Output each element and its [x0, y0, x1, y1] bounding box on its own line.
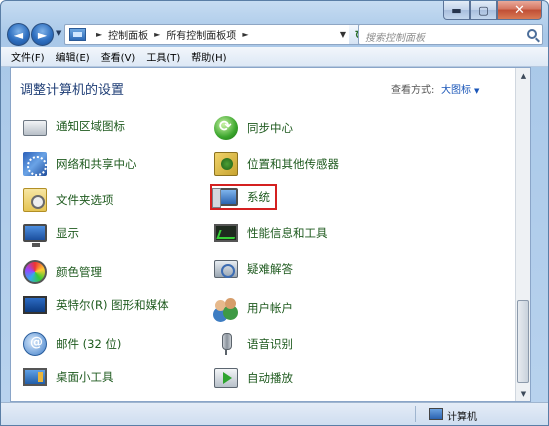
vertical-scrollbar[interactable]: ▲ ▼: [515, 68, 530, 401]
item-label: 性能信息和工具: [247, 226, 328, 240]
minimize-button[interactable]: ▬: [443, 1, 470, 20]
user-accounts-icon: [214, 296, 238, 320]
view-by-value: 大图标: [441, 85, 471, 96]
breadcrumb-separator-icon[interactable]: ►: [242, 30, 248, 39]
menu-bar: 文件(F) 编辑(E) 查看(V) 工具(T) 帮助(H): [1, 47, 548, 67]
navigation-bar: ◄ ► ▼ ► 控制面板 ► 所有控制面板项 ► ▼ ↻ 搜索控制面板: [1, 20, 548, 47]
scrollbar-thumb[interactable]: [517, 300, 529, 383]
item-label: 桌面小工具: [56, 370, 114, 384]
speech-recognition-icon: [214, 332, 238, 356]
item-desktop-gadgets[interactable]: 桌面小工具: [23, 368, 114, 386]
content-pane: 调整计算机的设置 查看方式: 大图标 ▼ 通知区域图标 网络和共享中心 文件夹选项…: [10, 67, 531, 402]
intel-graphics-icon: [23, 296, 47, 314]
caption-buttons: ▬ ▢ ✕: [443, 1, 542, 20]
folder-options-icon: [23, 188, 47, 212]
item-label: 位置和其他传感器: [247, 157, 339, 171]
item-label: 语音识别: [247, 337, 293, 351]
item-color-management[interactable]: 颜色管理: [23, 260, 102, 284]
menu-edit[interactable]: 编辑(E): [56, 49, 90, 64]
item-label: 自动播放: [247, 371, 293, 385]
control-panel-icon: [69, 28, 86, 41]
view-by-dropdown[interactable]: 大图标 ▼: [441, 81, 479, 96]
item-label: 英特尔(R) 图形和媒体: [56, 298, 169, 312]
item-label: 网络和共享中心: [56, 157, 137, 171]
item-label: 用户帐户: [247, 301, 293, 315]
display-icon: [23, 224, 47, 247]
menu-view[interactable]: 查看(V): [101, 49, 136, 64]
status-text: 计算机: [447, 412, 477, 423]
desktop-gadgets-icon: [23, 368, 47, 386]
breadcrumb-control-panel[interactable]: 控制面板: [108, 27, 148, 42]
address-bar[interactable]: ► 控制面板 ► 所有控制面板项 ► ▼: [64, 24, 351, 45]
status-bar: 计算机: [1, 402, 548, 425]
view-by-label: 查看方式:: [391, 85, 435, 96]
mail-icon: [23, 332, 47, 356]
item-folder-options[interactable]: 文件夹选项: [23, 188, 114, 212]
item-notification-area[interactable]: 通知区域图标: [23, 116, 125, 136]
menu-file[interactable]: 文件(F): [11, 49, 45, 64]
color-management-icon: [23, 260, 47, 284]
breadcrumb-separator-icon[interactable]: ►: [154, 30, 160, 39]
sync-center-icon: [214, 116, 238, 140]
scroll-up-icon[interactable]: ▲: [516, 68, 531, 83]
search-input[interactable]: 搜索控制面板: [358, 24, 543, 45]
item-label: 同步中心: [247, 121, 293, 135]
item-mail[interactable]: 邮件 (32 位): [23, 332, 121, 356]
maximize-button[interactable]: ▢: [470, 1, 497, 20]
computer-icon: [429, 408, 443, 420]
control-panel-window: ▬ ▢ ✕ ◄ ► ▼ ► 控制面板 ► 所有控制面板项 ► ▼ ↻ 搜索控制面…: [0, 0, 549, 426]
item-user-accounts[interactable]: 用户帐户: [214, 296, 293, 320]
status-divider: [415, 406, 416, 422]
item-display[interactable]: 显示: [23, 224, 79, 247]
scroll-down-icon[interactable]: ▼: [516, 386, 531, 401]
item-network-center[interactable]: 网络和共享中心: [23, 152, 137, 176]
item-intel-graphics[interactable]: 英特尔(R) 图形和媒体: [23, 296, 169, 314]
item-label: 疑难解答: [247, 262, 293, 276]
item-troubleshooting[interactable]: 疑难解答: [214, 260, 293, 278]
network-center-icon: [23, 152, 47, 176]
search-placeholder: 搜索控制面板: [365, 33, 425, 44]
item-label: 通知区域图标: [56, 119, 125, 133]
item-system[interactable]: 系统: [210, 184, 277, 210]
close-button[interactable]: ✕: [497, 1, 542, 20]
item-label: 文件夹选项: [56, 193, 114, 207]
menu-help[interactable]: 帮助(H): [191, 49, 226, 64]
location-sensors-icon: [214, 152, 238, 176]
search-icon[interactable]: [527, 29, 537, 39]
breadcrumb-all-items[interactable]: 所有控制面板项: [166, 27, 236, 42]
page-title: 调整计算机的设置: [20, 83, 125, 98]
troubleshooting-icon: [214, 260, 238, 278]
item-sync-center[interactable]: 同步中心: [214, 116, 293, 140]
item-label: 显示: [56, 226, 79, 240]
address-dropdown-icon[interactable]: ▼: [340, 30, 346, 39]
item-autoplay[interactable]: 自动播放: [214, 368, 293, 388]
notification-area-icon: [23, 120, 47, 136]
chevron-down-icon: ▼: [474, 87, 480, 95]
item-location-sensors[interactable]: 位置和其他传感器: [214, 152, 339, 176]
item-label: 颜色管理: [56, 265, 102, 279]
recent-pages-dropdown[interactable]: ▼: [56, 29, 61, 37]
back-button[interactable]: ◄: [7, 23, 30, 46]
forward-button[interactable]: ►: [31, 23, 54, 46]
system-icon: [212, 188, 238, 208]
breadcrumb-separator-icon[interactable]: ►: [96, 30, 102, 39]
autoplay-icon: [214, 368, 238, 388]
item-label: 邮件 (32 位): [56, 337, 122, 351]
performance-icon: [214, 224, 238, 242]
item-speech-recognition[interactable]: 语音识别: [214, 332, 293, 356]
item-label: 系统: [247, 190, 270, 204]
menu-tools[interactable]: 工具(T): [146, 49, 180, 64]
item-performance[interactable]: 性能信息和工具: [214, 224, 328, 242]
